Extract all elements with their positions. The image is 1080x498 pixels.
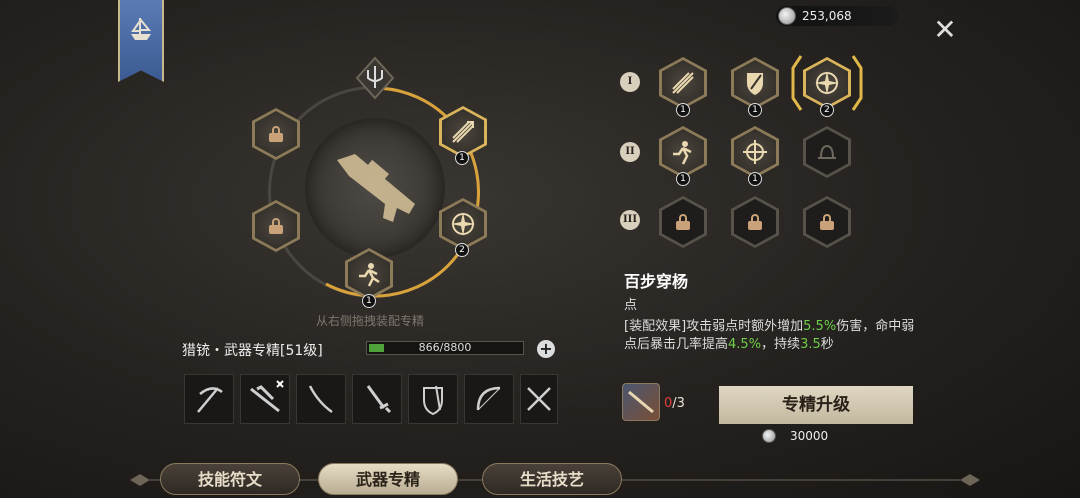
weapon-specialization-title: 猎铳・武器专精[51级]: [182, 343, 323, 359]
talent-node-3-1[interactable]: [659, 196, 707, 248]
tier-2-label: II: [620, 142, 640, 162]
tab-skill-runes[interactable]: 技能符文: [160, 463, 300, 495]
scythe-icon: [197, 387, 223, 413]
sprinting-figure-icon: [673, 141, 692, 165]
lock-icon: [676, 214, 690, 230]
silver-coin-icon: [778, 7, 796, 25]
weapon-slot-shield-sword[interactable]: [408, 374, 458, 424]
talent-node-1-3-level: 2: [820, 103, 834, 117]
lock-icon: [269, 218, 283, 234]
ring-slot-5-level: 1: [362, 294, 376, 308]
talent-description: [装配效果]攻击弱点时额外增加5.5%伤害，命中弱点后暴击几率提高4.5%，持续…: [624, 319, 915, 352]
weapon-slot-scythe[interactable]: [184, 374, 234, 424]
currency-display: 253,068: [776, 6, 898, 26]
talent-node-3-2[interactable]: [731, 196, 779, 248]
talent-node-1-1-level: 1: [676, 103, 690, 117]
talent-node-1-2[interactable]: [731, 57, 779, 109]
xp-bar: 866/8800: [366, 341, 524, 355]
add-xp-button[interactable]: +: [537, 340, 555, 358]
effect-value-1: 5.5%: [803, 319, 837, 334]
arrow-volley-icon: [452, 121, 474, 143]
upgrade-material-item[interactable]: [622, 383, 660, 421]
lock-icon: [269, 126, 283, 142]
bow-icon: [476, 386, 501, 411]
ring-slot-4-level: 2: [455, 243, 469, 257]
tier-3-label: III: [620, 210, 640, 230]
hunting-rifle-icon: [250, 380, 284, 413]
talent-node-2-2-level: 1: [748, 172, 762, 186]
weapon-slot-bow[interactable]: [464, 374, 514, 424]
sprinting-figure-icon: [359, 263, 380, 287]
trident-crest-icon: [355, 56, 395, 100]
tier-1-label: I: [620, 72, 640, 92]
compass-star-icon: [451, 212, 475, 236]
rifle-scroll-icon: [628, 390, 654, 414]
weapon-slot-dagger[interactable]: [352, 374, 402, 424]
tab-weapon-specialization[interactable]: 武器专精: [318, 463, 458, 495]
katana-icon: [308, 385, 333, 414]
guild-banner[interactable]: [118, 0, 164, 82]
talent-node-1-1[interactable]: [659, 57, 707, 109]
ring-slot-2-level: 1: [455, 151, 469, 165]
talent-node-3-3[interactable]: [803, 196, 851, 248]
lock-icon: [820, 214, 834, 230]
arrow-volley-icon: [672, 72, 694, 94]
ship-emblem-icon: [131, 18, 152, 40]
silver-coin-icon: [762, 429, 776, 443]
weapon-slot-katana[interactable]: [296, 374, 346, 424]
close-button[interactable]: ✕: [932, 16, 958, 44]
talent-node-2-3[interactable]: [803, 126, 851, 178]
weapon-slot-dual-blades[interactable]: [520, 374, 558, 424]
shield-icon: [747, 73, 763, 95]
tab-life-skills[interactable]: 生活技艺: [482, 463, 622, 495]
effect-value-3: 3.5: [800, 337, 821, 352]
talent-name: 百步穿杨: [624, 272, 689, 291]
currency-amount: 253,068: [802, 9, 852, 23]
hunting-rifle-icon: [337, 154, 415, 222]
weapon-slot-rifle[interactable]: [240, 374, 290, 424]
talent-node-2-1[interactable]: [659, 126, 707, 178]
bell-icon: [818, 144, 836, 159]
talent-node-2-1-level: 1: [676, 172, 690, 186]
material-count: 0/3: [664, 396, 685, 411]
talent-subtitle: 点: [624, 298, 638, 313]
upgrade-specialization-button[interactable]: 专精升级: [719, 386, 913, 424]
xp-text: 866/8800: [418, 341, 472, 354]
talent-node-1-2-level: 1: [748, 103, 762, 117]
drag-hint: 从右侧拖拽装配专精: [315, 314, 424, 328]
crosshair-icon: [743, 140, 767, 164]
weapon-emblem: [305, 118, 445, 258]
shield-sword-icon: [423, 385, 443, 416]
dagger-icon: [366, 385, 392, 414]
lock-icon: [748, 214, 762, 230]
crossed-blades-icon: [527, 387, 551, 411]
effect-value-2: 4.5%: [728, 337, 762, 352]
upgrade-cost-amount: 30000: [790, 429, 829, 443]
talent-node-2-2[interactable]: [731, 126, 779, 178]
upgrade-cost: 30000: [760, 427, 870, 445]
